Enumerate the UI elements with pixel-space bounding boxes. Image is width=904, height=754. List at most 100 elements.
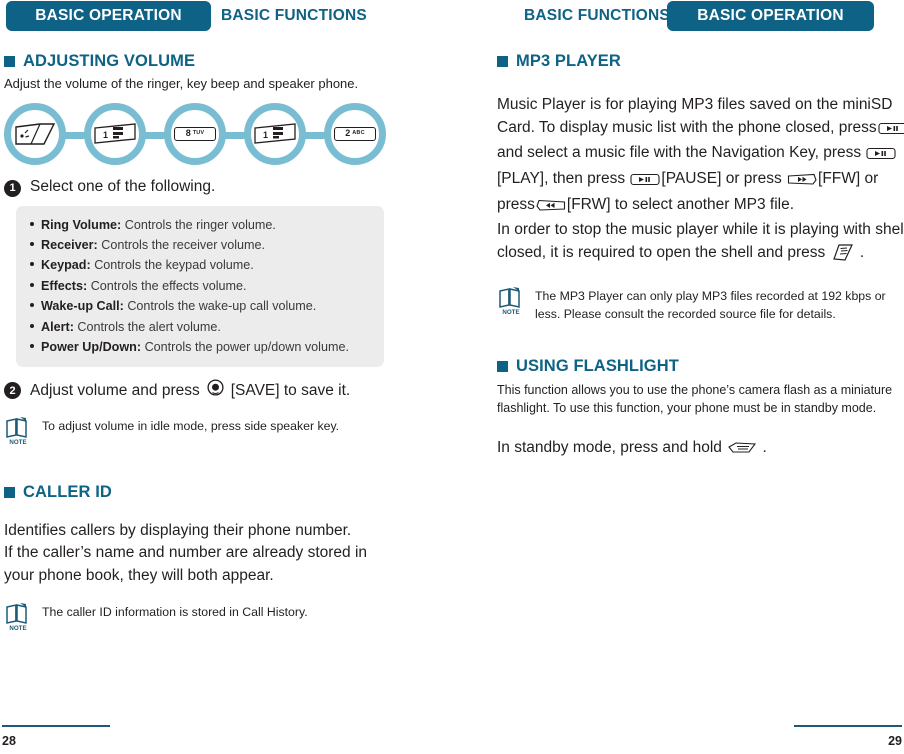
list-item: Wake-up Call: Controls the wake-up call … — [30, 296, 370, 316]
note-text: The caller ID information is stored in C… — [42, 605, 308, 620]
flow-node-key-1-second: 1 — [244, 102, 306, 165]
page-header: BASIC OPERATION BASIC FUNCTIONS BASIC FU… — [0, 0, 904, 34]
flashlight-action: In standby mode, press and hold . — [497, 437, 904, 464]
option-term: Wake-up Call: — [41, 299, 124, 314]
key-sequence-diagram: 1 8 TUV 1 2 ABC — [4, 102, 396, 165]
option-desc: Controls the effects volume. — [90, 278, 247, 293]
step-2-text-after: [SAVE] to save it. — [230, 381, 351, 399]
bullet-dot-icon — [30, 262, 34, 267]
svg-text:NOTE: NOTE — [502, 309, 519, 315]
key-1-icon: 1 — [254, 122, 296, 144]
note-line-2: less. Please consult the recorded source… — [535, 306, 836, 321]
option-term: Ring Volume: — [41, 217, 122, 232]
option-desc: Controls the ringer volume. — [124, 217, 276, 232]
bullet-dot-icon — [30, 303, 34, 308]
section-bullet-square-icon — [497, 361, 508, 373]
option-desc: Controls the receiver volume. — [101, 238, 266, 253]
page-number-right: 29 — [888, 734, 902, 748]
frw-key-icon — [536, 197, 566, 220]
key-8-icon: 8 — [185, 128, 191, 139]
note-caller-id: NOTE The caller ID information is stored… — [4, 601, 424, 632]
mp3-line-4c: [FFW] or — [818, 169, 879, 187]
step-1-text: Select one of the following. — [30, 177, 216, 195]
note-book-icon: NOTE — [497, 285, 525, 316]
note-text: To adjust volume in idle mode, press sid… — [42, 418, 340, 433]
tab-basic-operation-left[interactable]: BASIC OPERATION — [6, 1, 211, 31]
section-heading-caller-id: CALLER ID — [4, 483, 424, 502]
option-term: Keypad: — [41, 258, 91, 273]
note-book-icon: NOTE — [4, 415, 32, 446]
note-adjust-volume: NOTE To adjust volume in idle mode, pres… — [4, 415, 424, 446]
mp3-line-4a: [PLAY], then press — [497, 169, 626, 187]
svg-text:NOTE: NOTE — [9, 439, 26, 445]
caller-id-line-3: your phone book, they will both appear. — [4, 566, 274, 584]
section-bullet-square-icon — [4, 486, 15, 498]
tab-basic-operation-right[interactable]: BASIC OPERATION — [667, 1, 874, 31]
mp3-line-4b: [PAUSE] or press — [661, 169, 782, 187]
section-title-text: ADJUSTING VOLUME — [23, 52, 196, 70]
section-heading-mp3-player: MP3 PLAYER — [497, 52, 904, 71]
option-desc: Controls the alert volume. — [77, 319, 221, 334]
step-1: 1 Select one of the following. — [4, 177, 424, 197]
key-1-icon: 1 — [94, 122, 136, 144]
bullet-dot-icon — [30, 242, 34, 247]
section-title-text: MP3 PLAYER — [516, 52, 621, 70]
tab-basic-functions-right[interactable]: BASIC FUNCTIONS — [524, 1, 670, 31]
svg-text:1: 1 — [263, 130, 268, 140]
volume-options-box: Ring Volume: Controls the ringer volume.… — [16, 205, 384, 368]
step-2-text-before: Adjust volume and press — [30, 381, 200, 399]
list-item: Ring Volume: Controls the ringer volume. — [30, 215, 370, 235]
section-title-text: USING FLASHLIGHT — [516, 357, 679, 376]
flashlight-line-1: This function allows you to use the phon… — [497, 383, 893, 398]
section-heading-adjusting-volume: ADJUSTING VOLUME — [4, 52, 424, 71]
option-term: Power Up/Down: — [41, 340, 142, 355]
end-shell-key-icon — [831, 243, 855, 270]
note-line-1: The MP3 Player can only play MP3 files r… — [535, 289, 886, 304]
footer-rule-right — [794, 725, 902, 727]
list-item: Effects: Controls the effects volume. — [30, 276, 370, 296]
flow-node-key-1-first: 1 — [84, 102, 146, 165]
bullet-dot-icon — [30, 344, 34, 349]
list-item: Keypad: Controls the keypad volume. — [30, 255, 370, 275]
mp3-player-body: Music Player is for playing MP3 files sa… — [497, 94, 904, 269]
page-number-left: 28 — [2, 734, 16, 748]
flow-node-key-8-tuv: 8 TUV — [164, 102, 226, 165]
play-pause-key-icon — [866, 145, 897, 168]
caller-id-line-1: Identifies callers by displaying their p… — [4, 521, 352, 539]
footer-rule-left — [2, 725, 110, 727]
mp3-line-7a: closed, it is required to open the shell… — [497, 243, 826, 261]
mp3-line-3: and select a music file with the Navigat… — [497, 144, 862, 162]
step-2: 2 Adjust volume and press [SAVE] to save… — [4, 379, 424, 402]
flashlight-action-after: . — [762, 439, 767, 457]
flow-node-open-flip — [4, 102, 66, 165]
option-desc: Controls the power up/down volume. — [144, 340, 349, 355]
key-2-icon: 2 — [345, 128, 351, 139]
step-1-badge: 1 — [4, 179, 21, 197]
flashlight-key-icon — [727, 440, 757, 464]
bullet-dot-icon — [30, 323, 34, 328]
manual-page-spread: BASIC OPERATION BASIC FUNCTIONS BASIC FU… — [0, 0, 904, 754]
section-title-text: CALLER ID — [23, 482, 112, 501]
section-bullet-square-icon — [4, 56, 15, 67]
mp3-line-6: In order to stop the music player while … — [497, 221, 904, 239]
flip-open-key-icon — [15, 122, 56, 145]
mp3-line-5a: press — [497, 195, 535, 213]
bullet-dot-icon — [30, 221, 34, 226]
svg-text:NOTE: NOTE — [9, 625, 26, 631]
list-item: Power Up/Down: Controls the power up/dow… — [30, 337, 370, 357]
section-heading-using-flashlight: USING FLASHLIGHT — [497, 357, 904, 376]
play-pause-key-icon — [630, 171, 660, 194]
play-pause-key-icon — [878, 120, 904, 143]
option-desc: Controls the keypad volume. — [94, 258, 254, 273]
option-term: Receiver: — [41, 238, 98, 253]
option-desc: Controls the wake-up call volume. — [127, 299, 317, 314]
note-text: The MP3 Player can only play MP3 files r… — [535, 285, 886, 323]
svg-text:1: 1 — [103, 130, 108, 140]
flashlight-line-2: flashlight. To use this function, your p… — [497, 400, 877, 415]
note-book-icon: NOTE — [4, 601, 32, 632]
mp3-line-5b: [FRW] to select another MP3 file. — [566, 195, 795, 213]
note-mp3-player: NOTE The MP3 Player can only play MP3 fi… — [497, 285, 904, 323]
left-page-column: ADJUSTING VOLUME Adjust the volume of th… — [4, 52, 424, 632]
tab-basic-functions-left[interactable]: BASIC FUNCTIONS — [221, 1, 367, 31]
adjusting-volume-intro: Adjust the volume of the ringer, key bee… — [4, 76, 359, 91]
